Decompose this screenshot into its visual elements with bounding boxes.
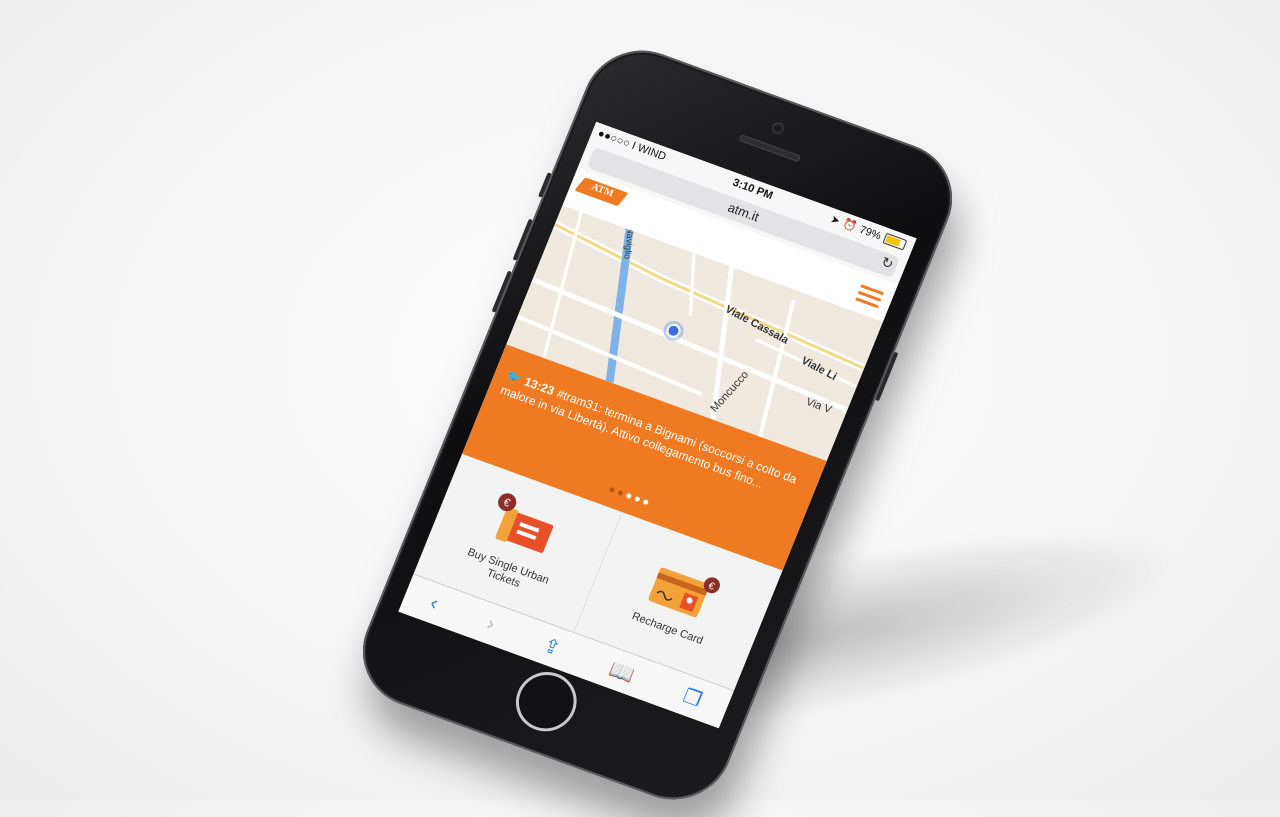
back-icon[interactable]: ‹	[427, 592, 442, 616]
tabs-icon[interactable]: ❐	[680, 683, 706, 712]
share-icon[interactable]: ⇪	[540, 632, 565, 661]
power-button	[875, 351, 899, 402]
alarm-icon: ⏰	[841, 217, 859, 234]
forward-icon[interactable]: ›	[483, 612, 499, 636]
volume-up-button	[512, 218, 533, 261]
earpiece-speaker	[738, 133, 801, 163]
front-camera	[769, 120, 786, 136]
mute-switch	[538, 172, 552, 198]
volume-down-button	[491, 270, 512, 313]
bookmarks-icon[interactable]: 📖	[606, 656, 639, 688]
menu-hamburger-icon[interactable]	[854, 284, 885, 312]
